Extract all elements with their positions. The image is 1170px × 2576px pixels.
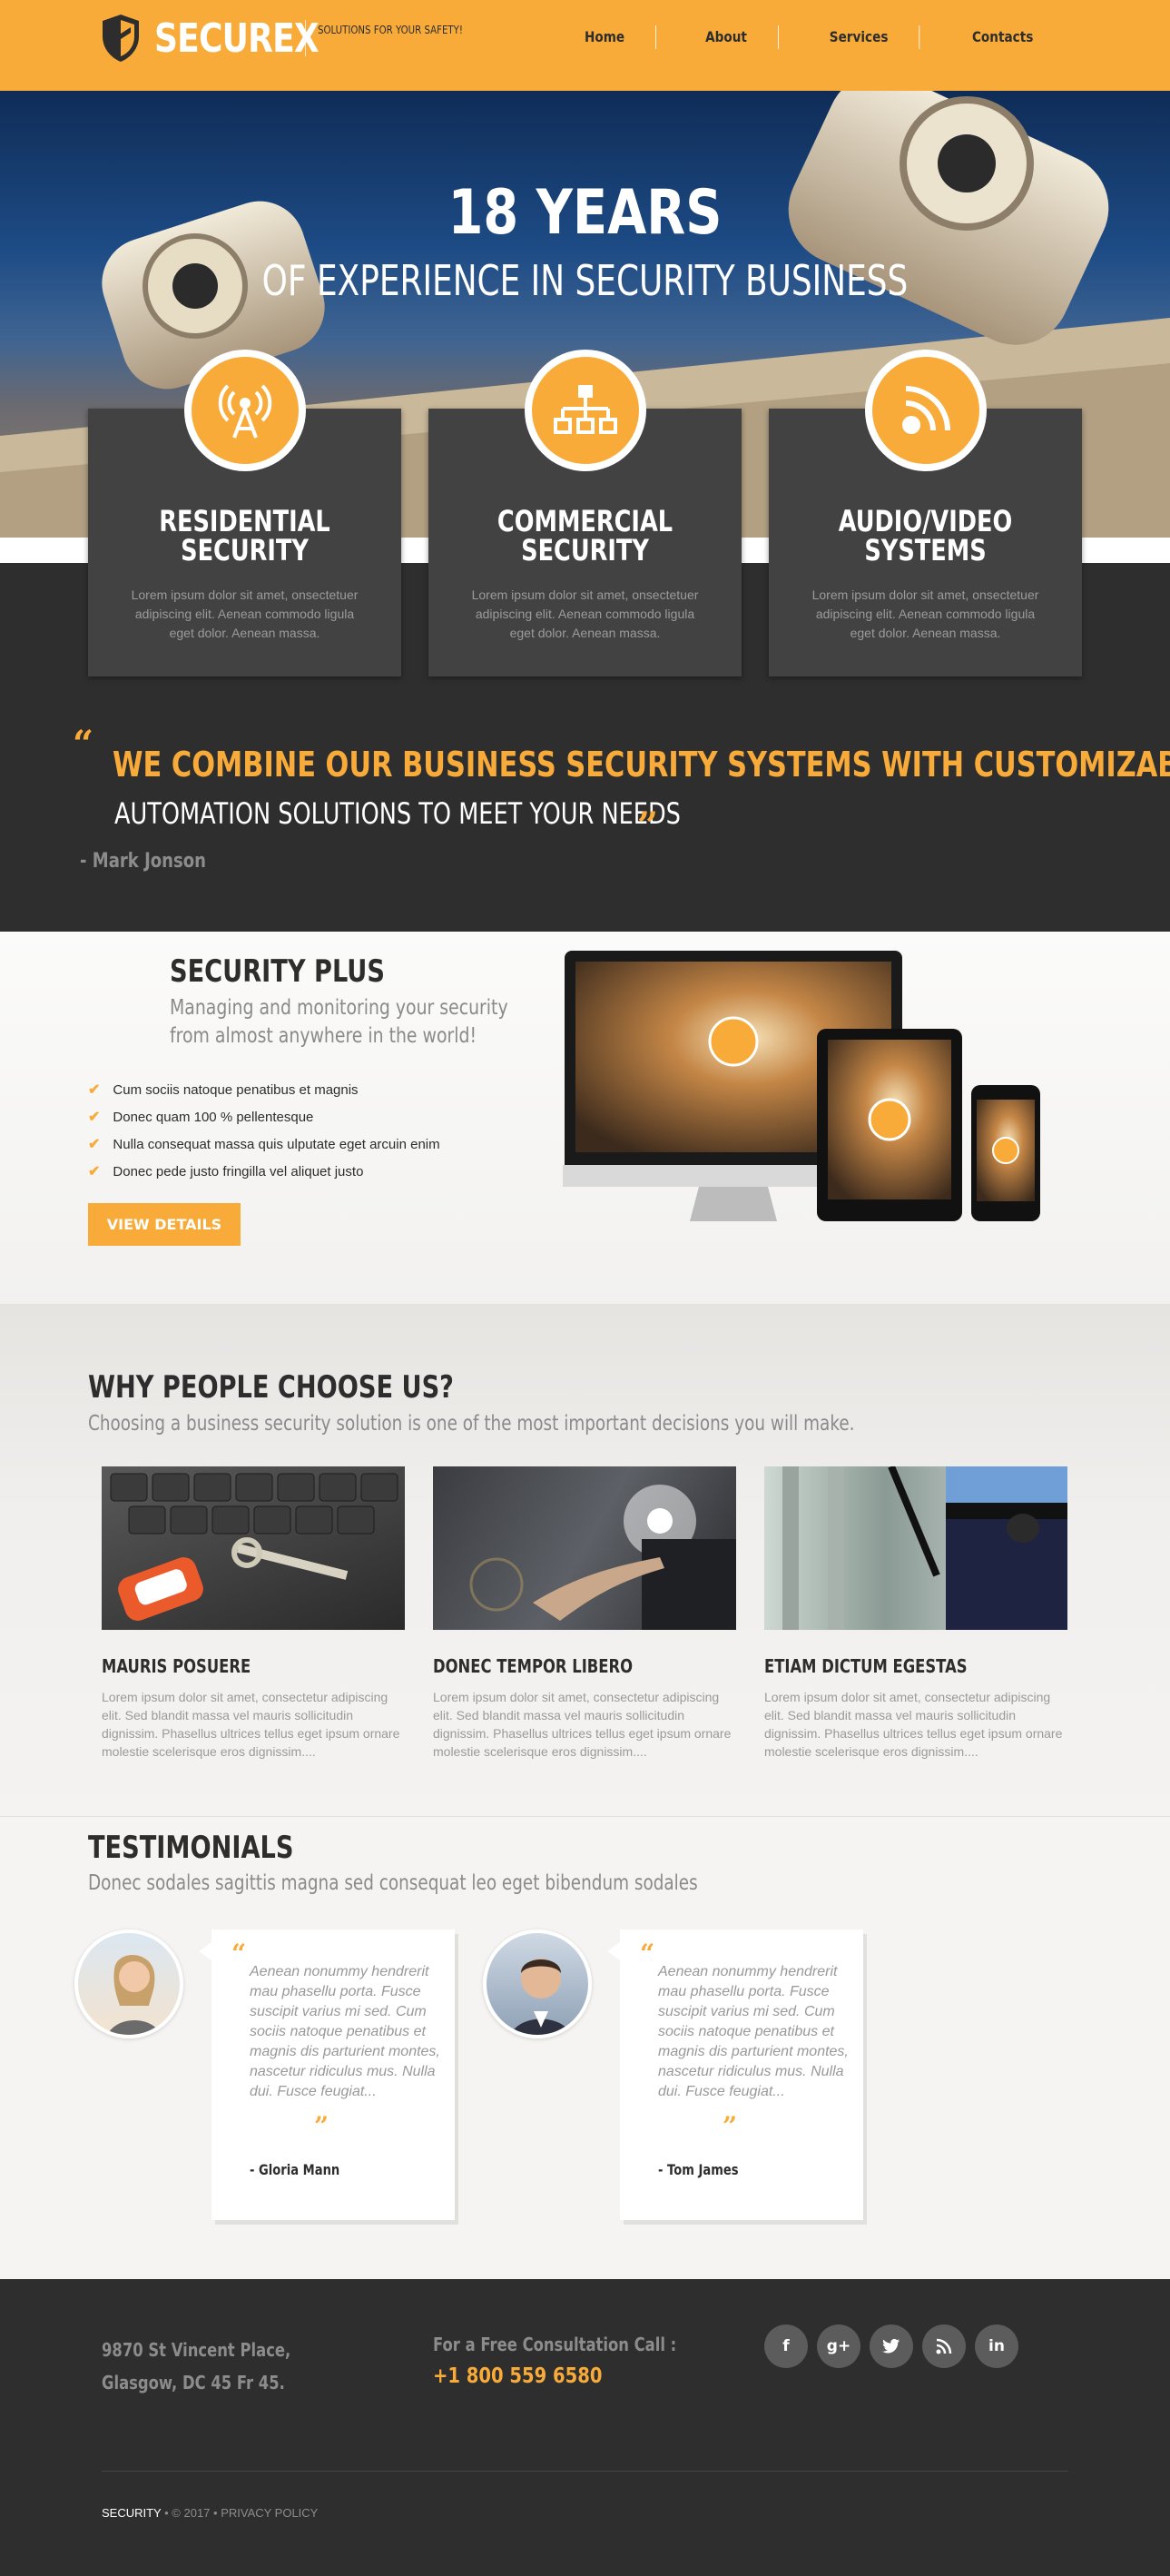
security-guard-image (764, 1466, 1067, 1630)
service-description: Lorem ipsum dolor sit amet, onsectetuer … (471, 587, 699, 640)
card-title: ETIAM DICTUM EGESTAS (764, 1655, 968, 1677)
privacy-link[interactable]: PRIVACY POLICY (221, 2506, 318, 2520)
social-links: f g+ in (764, 2324, 1027, 2368)
service-card-commercial[interactable]: COMMERCIAL SECURITY Lorem ipsum dolor sit… (428, 350, 742, 676)
logo-divider (305, 20, 306, 56)
nav-about[interactable]: About (674, 25, 779, 49)
service-description: Lorem ipsum dolor sit amet, onsectetuer … (811, 587, 1039, 640)
service-title: RESIDENTIAL SECURITY (159, 504, 330, 568)
rss-icon (901, 386, 950, 434)
testimonials-subtitle: Donec sodales sagittis magna sed consequ… (88, 1871, 698, 1895)
linkedin-icon[interactable]: in (975, 2324, 1018, 2368)
testimonials-title: TESTIMONIALS (88, 1830, 294, 1866)
service-icon-circle (183, 350, 306, 471)
list-item: ✔ Donec pede justo fringilla vel aliquet … (88, 1163, 364, 1180)
rss-icon[interactable] (922, 2324, 966, 2368)
avatar (483, 1930, 592, 2038)
feature-list: ✔ Cum sociis natoque penatibus et magnis … (88, 1076, 440, 1185)
card-title: MAURIS POSUERE (102, 1655, 251, 1677)
nav-services[interactable]: Services (799, 25, 920, 49)
quote-author: - Mark Jonson (80, 850, 207, 873)
logo-text: SECUREX (154, 15, 320, 62)
list-item: ✔ Cum sociis natoque penatibus et magnis (88, 1081, 359, 1099)
service-icon-circle (524, 350, 646, 471)
twitter-icon[interactable] (870, 2324, 913, 2368)
why-card[interactable]: DONEC TEMPOR LIBERO Lorem ipsum dolor si… (433, 1466, 736, 1761)
copyright: SECURITY • © 2017 • PRIVACY POLICY (102, 2506, 319, 2520)
tagline: SOLUTIONS FOR YOUR SAFETY! (318, 24, 463, 36)
testimonial-quote: Aenean nonummy hendrerit mau phasellu po… (658, 1964, 849, 2099)
card-title: DONEC TEMPOR LIBERO (433, 1655, 634, 1677)
view-details-button[interactable]: VIEW DETAILS (88, 1203, 241, 1246)
touch-interface-image (433, 1466, 736, 1630)
why-card[interactable]: MAURIS POSUERE Lorem ipsum dolor sit ame… (102, 1466, 405, 1761)
why-title: WHY PEOPLE CHOOSE US? (88, 1369, 454, 1406)
check-icon: ✔ (88, 1110, 101, 1125)
hero-title: 18 YEARS (447, 177, 723, 249)
avatar (74, 1930, 183, 2038)
hero-subtitle: OF EXPERIENCE IN SECURITY BUSINESS (261, 256, 909, 305)
footer-address: 9870 St Vincent Place, Glasgow, DC 45 Fr… (102, 2339, 291, 2393)
testimonial-card: “ Aenean nonummy hendrerit mau phasellu … (607, 1930, 863, 2220)
open-quote-icon: “ (73, 723, 94, 765)
check-icon: ✔ (88, 1164, 101, 1179)
list-item: ✔ Nulla consequat massa quis ulputate ege… (88, 1136, 440, 1153)
testimonial-quote: Aenean nonummy hendrerit mau phasellu po… (250, 1964, 440, 2099)
facebook-icon[interactable]: f (764, 2324, 808, 2368)
footer-brand[interactable]: SECURITY (102, 2506, 162, 2520)
service-icon-circle (864, 350, 987, 471)
site-header: SECUREX SOLUTIONS FOR YOUR SAFETY! Home … (0, 0, 1170, 91)
why-card[interactable]: ETIAM DICTUM EGESTAS Lorem ipsum dolor s… (764, 1466, 1067, 1761)
main-nav: Home About Services Contacts (545, 25, 1075, 49)
list-item: ✔ Donec quam 100 % pellentesque (88, 1109, 314, 1126)
service-card-residential[interactable]: RESIDENTIAL SECURITY Lorem ipsum dolor si… (88, 350, 401, 676)
open-quote-icon: “ (640, 1939, 655, 1969)
service-title: COMMERCIAL SECURITY (497, 504, 673, 568)
check-icon: ✔ (88, 1137, 101, 1152)
testimonial-card: “ Aenean nonummy hendrerit mau phasellu … (199, 1930, 455, 2220)
close-quote-icon: ” (723, 2111, 738, 2141)
phone-number[interactable]: +1 800 559 6580 (433, 2364, 602, 2388)
devices-image (563, 951, 1040, 1221)
nav-home[interactable]: Home (554, 25, 656, 49)
card-text: Lorem ipsum dolor sit amet, consectetur … (764, 1690, 1063, 1759)
footer-divider (102, 2471, 1068, 2472)
service-card-audio-video[interactable]: AUDIO/VIDEO SYSTEMS Lorem ipsum dolor sit… (769, 350, 1082, 676)
shield-logo-icon (103, 15, 139, 62)
nav-contacts[interactable]: Contacts (941, 25, 1064, 49)
google-plus-icon[interactable]: g+ (817, 2324, 860, 2368)
why-subtitle: Choosing a business security solution is… (88, 1412, 855, 1436)
service-title: AUDIO/VIDEO SYSTEMS (838, 504, 1013, 568)
open-quote-icon: “ (231, 1939, 247, 1969)
antenna-icon (218, 384, 271, 439)
card-text: Lorem ipsum dolor sit amet, consectetur … (433, 1690, 732, 1759)
quote-line-2: AUTOMATION SOLUTIONS TO MEET YOUR NEEDS (114, 796, 681, 831)
network-icon (553, 385, 617, 434)
quote-line-1: WE COMBINE OUR BUSINESS SECURITY SYSTEMS… (113, 745, 1170, 785)
close-quote-icon: ” (637, 804, 659, 847)
close-quote-icon: ” (314, 2111, 329, 2141)
card-text: Lorem ipsum dolor sit amet, consectetur … (102, 1690, 400, 1759)
logo[interactable]: SECUREX (100, 13, 355, 64)
check-icon: ✔ (88, 1082, 101, 1098)
keyboard-keys-image (102, 1466, 405, 1630)
service-description: Lorem ipsum dolor sit amet, onsectetuer … (131, 587, 359, 640)
security-plus-subtitle: Managing and monitoring your security fr… (170, 996, 508, 1048)
consultation-label: For a Free Consultation Call : (433, 2334, 677, 2355)
testimonial-author: - Gloria Mann (250, 2161, 340, 2178)
testimonial-author: - Tom James (658, 2161, 739, 2178)
security-plus-title: SECURITY PLUS (170, 953, 385, 990)
